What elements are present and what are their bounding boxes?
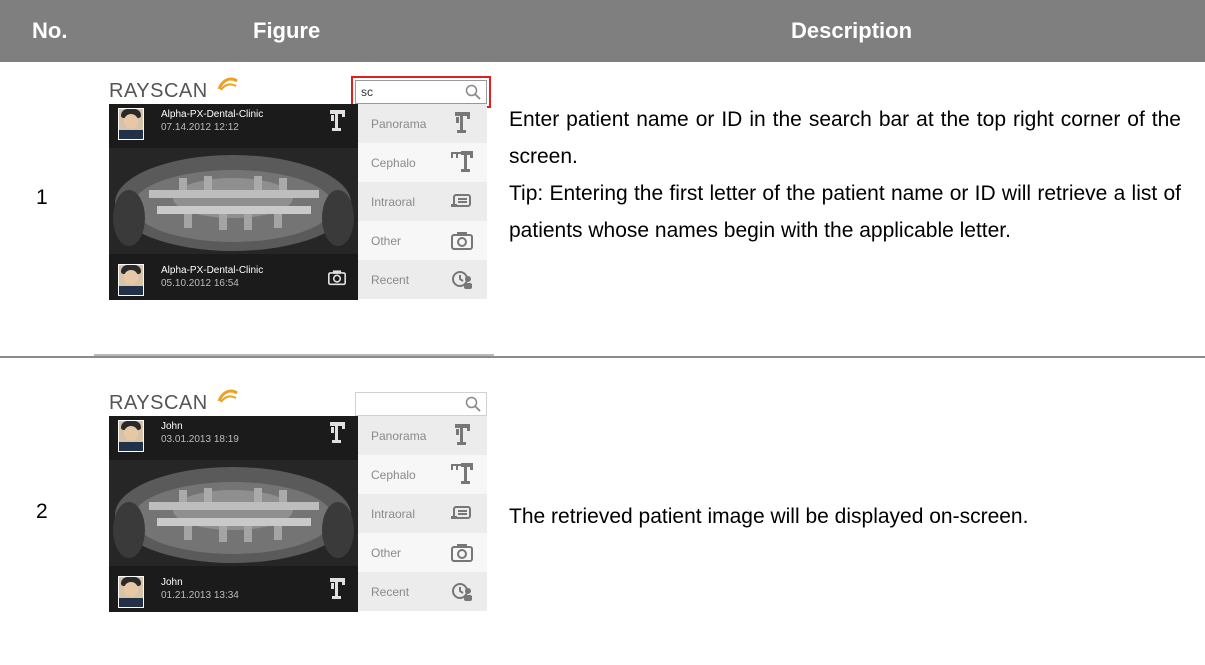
- row-description: The retrieved patient image will be disp…: [509, 498, 1181, 535]
- row-description: Enter patient name or ID in the search b…: [509, 101, 1181, 249]
- search-icon[interactable]: [465, 84, 481, 100]
- description-text: Enter patient name or ID in the search b…: [509, 108, 1181, 168]
- category-sidebar: Panorama Cephalo Intraoral Other Recent: [358, 416, 487, 612]
- sidebar-item-label: Panorama: [371, 117, 427, 131]
- panorama-icon: [451, 424, 473, 446]
- patient-card[interactable]: John 01.21.2013 13:34: [109, 572, 358, 612]
- sidebar-item-label: Recent: [371, 273, 410, 287]
- sidebar-item-panorama[interactable]: Panorama: [358, 104, 487, 143]
- sidebar-item-panorama[interactable]: Panorama: [358, 416, 487, 455]
- description-tip: Tip: Entering the first letter of the pa…: [509, 182, 1181, 242]
- row-number: 2: [36, 500, 48, 523]
- patient-panel: John 03.01.2013 18:19 John 01.21.2013 13…: [109, 416, 358, 612]
- sidebar-item-label: Cephalo: [371, 156, 416, 170]
- cephalo-icon: [451, 151, 473, 173]
- xray-image[interactable]: [109, 460, 358, 566]
- cephalo-icon: [451, 463, 473, 485]
- sidebar-item-label: Cephalo: [371, 468, 416, 482]
- sidebar-item-other[interactable]: Other: [358, 533, 487, 572]
- avatar: [118, 576, 144, 608]
- patient-name: Alpha-PX-Dental-Clinic: [161, 109, 264, 120]
- patient-date: 01.21.2013 13:34: [161, 590, 239, 601]
- patient-name: John: [161, 577, 183, 588]
- search-icon[interactable]: [465, 396, 481, 412]
- sidebar-item-intraoral[interactable]: Intraoral: [358, 494, 487, 533]
- sidebar-item-label: Other: [371, 234, 402, 248]
- camera-icon: [451, 541, 473, 563]
- patient-date: 03.01.2013 18:19: [161, 434, 239, 445]
- camera-icon: [451, 229, 473, 251]
- row-divider: [0, 356, 1205, 358]
- row-number: 1: [36, 186, 48, 209]
- recent-icon: [451, 268, 473, 290]
- recent-icon: [451, 580, 473, 602]
- description-text: The retrieved patient image will be disp…: [509, 505, 1029, 528]
- search-bar[interactable]: sc: [351, 76, 491, 108]
- sidebar-item-recent[interactable]: Recent: [358, 260, 487, 299]
- sidebar-item-cephalo[interactable]: Cephalo: [358, 143, 487, 182]
- rayscan-logo: RAYSCAN: [109, 392, 208, 414]
- sidebar-item-intraoral[interactable]: Intraoral: [358, 182, 487, 221]
- figure-app-screenshot: RAYSCAN John 03.01.2013 18:19 John 01.21…: [109, 392, 487, 612]
- search-bar[interactable]: [355, 392, 487, 416]
- avatar: [118, 108, 144, 140]
- patient-card[interactable]: Alpha-PX-Dental-Clinic 07.14.2012 12:12: [109, 104, 358, 144]
- sidebar-item-cephalo[interactable]: Cephalo: [358, 455, 487, 494]
- xray-image[interactable]: [109, 148, 358, 254]
- sidebar-item-label: Other: [371, 546, 402, 560]
- rayscan-logo: RAYSCAN: [109, 80, 208, 102]
- sidebar-item-label: Intraoral: [371, 195, 416, 209]
- sidebar-item-recent[interactable]: Recent: [358, 572, 487, 611]
- patient-date: 05.10.2012 16:54: [161, 278, 239, 289]
- patient-card[interactable]: Alpha-PX-Dental-Clinic 05.10.2012 16:54: [109, 260, 358, 300]
- figure-app-screenshot: RAYSCAN sc Alpha-PX-Dental-Clinic 07.14.…: [109, 76, 491, 300]
- table-header: No. Figure Description: [0, 0, 1205, 62]
- category-sidebar: Panorama Cephalo Intraoral Other Recent: [358, 104, 487, 300]
- header-figure: Figure: [253, 18, 321, 43]
- header-description: Description: [791, 18, 913, 43]
- intraoral-icon: [451, 502, 473, 524]
- patient-date: 07.14.2012 12:12: [161, 122, 239, 133]
- sidebar-item-label: Recent: [371, 585, 410, 599]
- header-no: No.: [32, 18, 68, 43]
- panorama-icon: [451, 112, 473, 134]
- sidebar-item-label: Panorama: [371, 429, 427, 443]
- sidebar-item-other[interactable]: Other: [358, 221, 487, 260]
- panorama-icon: [328, 578, 346, 600]
- logo-mark-icon: [217, 77, 239, 91]
- patient-name: John: [161, 421, 183, 432]
- camera-icon: [328, 266, 346, 288]
- patient-panel: Alpha-PX-Dental-Clinic 07.14.2012 12:12 …: [109, 104, 358, 300]
- logo-mark-icon: [217, 389, 239, 403]
- panorama-icon: [328, 110, 346, 132]
- sidebar-item-label: Intraoral: [371, 507, 416, 521]
- figure-underline: [94, 354, 494, 356]
- panorama-icon: [328, 422, 346, 444]
- intraoral-icon: [451, 190, 473, 212]
- avatar: [118, 420, 144, 452]
- avatar: [118, 264, 144, 296]
- patient-card[interactable]: John 03.01.2013 18:19: [109, 416, 358, 456]
- search-input[interactable]: sc: [361, 85, 373, 99]
- patient-name: Alpha-PX-Dental-Clinic: [161, 265, 264, 276]
